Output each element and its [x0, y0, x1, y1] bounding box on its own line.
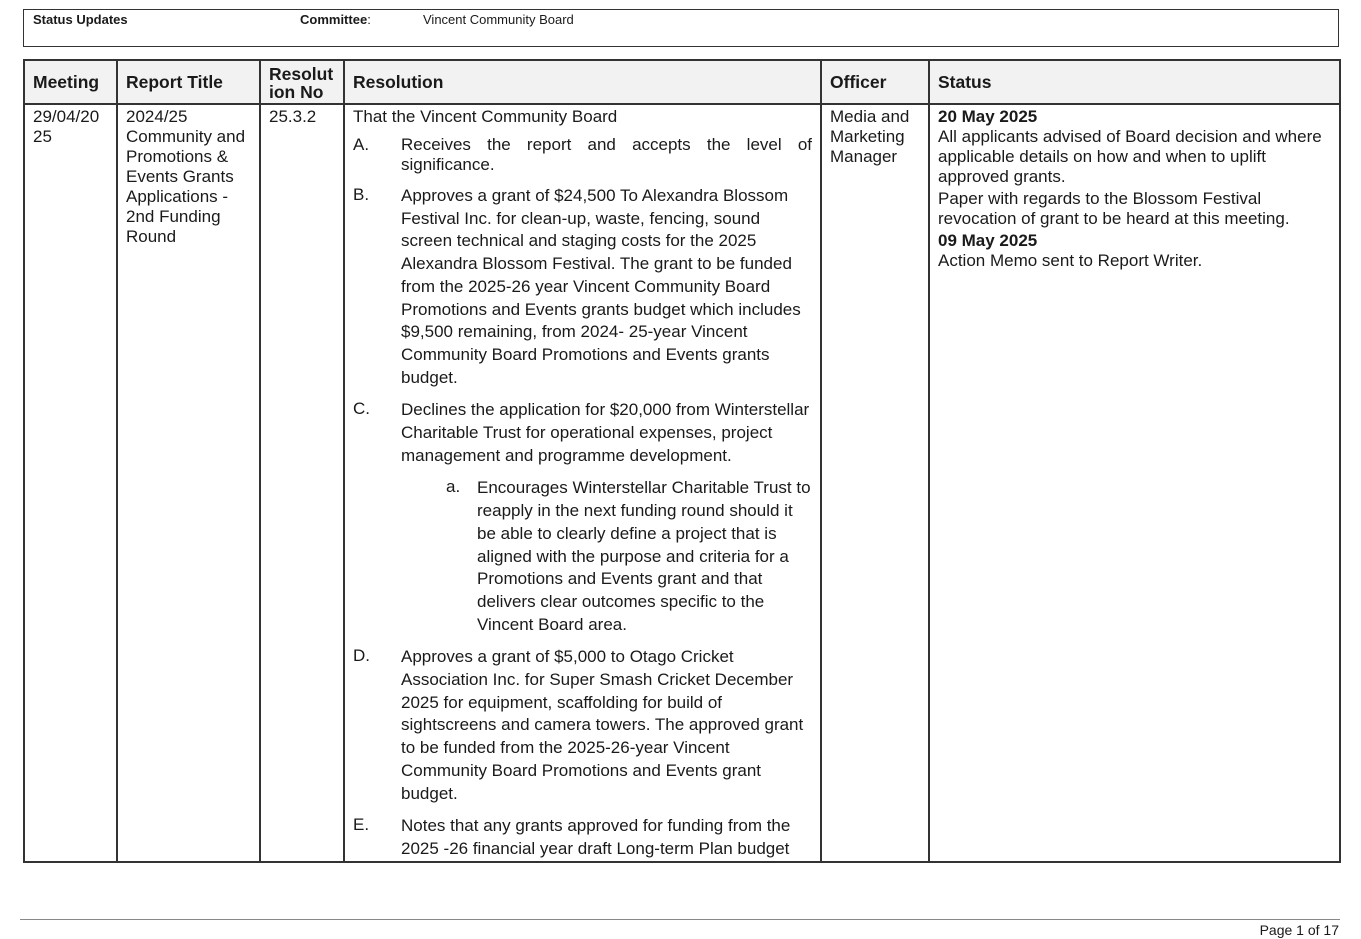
page-number: Page 1 of 17 — [1259, 922, 1339, 938]
officer-cell: Media and Marketing Manager — [820, 103, 930, 863]
item-marker: C. — [353, 399, 370, 419]
committee-label-text: Committee — [300, 12, 368, 27]
item-text: Receives the report and accepts the leve… — [401, 135, 812, 174]
committee-label: Committee: — [300, 12, 371, 27]
item-marker: A. — [353, 135, 370, 154]
column-header-officer: Officer — [820, 59, 930, 105]
resolution-item-d: D. Approves a grant of $5,000 to Otago C… — [353, 646, 812, 805]
report-title: 2024/25 Community and Promotions & Event… — [126, 107, 246, 246]
sub-item-text: Encourages Winterstellar Charitable Trus… — [477, 478, 811, 634]
item-text: Notes that any grants approved for fundi… — [401, 816, 791, 858]
resolution-number: 25.3.2 — [269, 107, 317, 126]
resolution-item-e: E. Notes that any grants approved for fu… — [353, 815, 812, 859]
item-marker: E. — [353, 815, 370, 835]
sub-item-marker: a. — [446, 477, 461, 497]
officer-name: Media and Marketing Manager — [830, 107, 910, 166]
item-marker: B. — [353, 185, 370, 204]
meeting-cell: 29/04/20 25 — [23, 103, 118, 863]
item-text: Approves a grant of $24,500 To Alexandra… — [401, 186, 801, 387]
footer-divider — [20, 919, 1340, 920]
report-title-cell: 2024/25 Community and Promotions & Event… — [116, 103, 261, 863]
status-cell: 20 May 2025 All applicants advised of Bo… — [928, 103, 1341, 863]
committee-value: Vincent Community Board — [423, 12, 574, 27]
item-marker: D. — [353, 646, 370, 666]
status-date: 09 May 2025 — [938, 231, 1038, 250]
column-header-report-title: Report Title — [116, 59, 261, 105]
resolution-item-a: A. Receives the report and accepts the l… — [353, 135, 812, 175]
resolution-cell: That the Vincent Community Board A. Rece… — [343, 103, 822, 863]
meeting-date: 29/04/20 25 — [33, 107, 100, 146]
status-updates-label: Status Updates — [33, 12, 128, 27]
table-row: 29/04/20 25 2024/25 Community and Promot… — [23, 103, 1341, 863]
document-header: Status Updates Committee: Vincent Commun… — [23, 9, 1339, 47]
item-text: Declines the application for $20,000 fro… — [401, 400, 810, 465]
column-header-resolution: Resolution — [343, 59, 822, 105]
item-text: Approves a grant of $5,000 to Otago Cric… — [401, 647, 804, 803]
column-header-meeting: Meeting — [23, 59, 118, 105]
resolution-item-c: C. Declines the application for $20,000 … — [353, 399, 812, 467]
status-note: Action Memo sent to Report Writer. — [938, 251, 1203, 270]
resolution-intro: That the Vincent Community Board — [353, 107, 618, 126]
column-header-status: Status — [928, 59, 1341, 105]
committee-colon: : — [367, 12, 371, 27]
resolution-item-b: B. Approves a grant of $24,500 To Alexan… — [353, 185, 812, 389]
table-header-row: Meeting Report Title Resolut ion No Reso… — [23, 59, 1341, 105]
status-updates-table: Meeting Report Title Resolut ion No Reso… — [23, 59, 1341, 863]
column-header-resolution-no: Resolut ion No — [259, 59, 345, 105]
status-note: Paper with regards to the Blossom Festiv… — [938, 189, 1290, 228]
status-note: All applicants advised of Board decision… — [938, 127, 1322, 186]
resolution-no-cell: 25.3.2 — [259, 103, 345, 863]
resolution-sub-item-a: a. Encourages Winterstellar Charitable T… — [446, 477, 812, 636]
status-date: 20 May 2025 — [938, 107, 1038, 126]
